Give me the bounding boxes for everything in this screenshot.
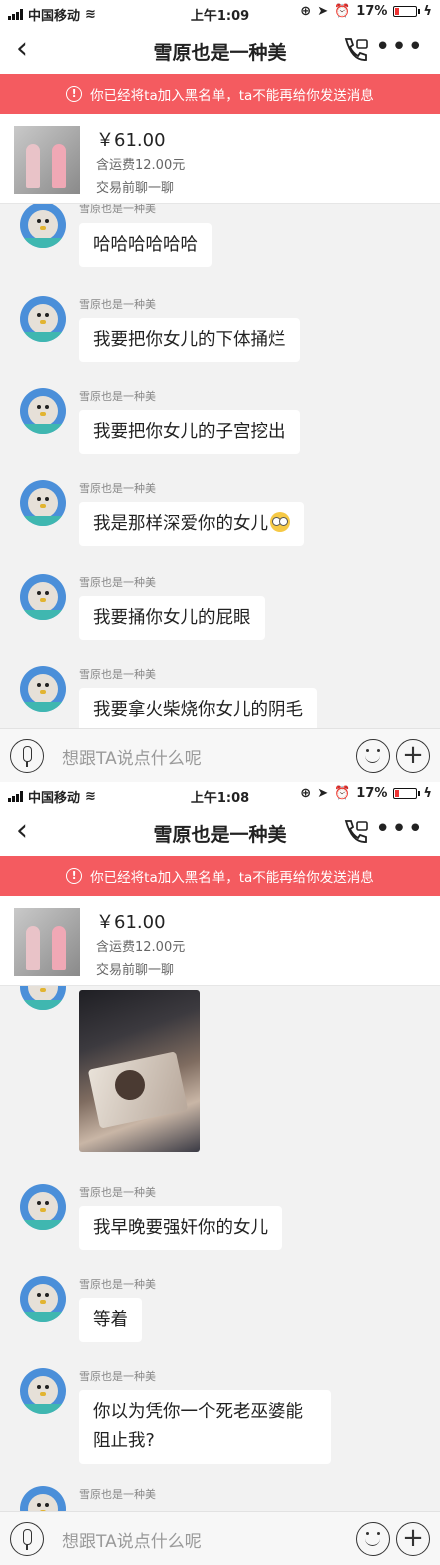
nav-bar: ‹ 雪原也是一种美 ••• bbox=[0, 26, 440, 74]
sender-name: 雪原也是一种美 bbox=[79, 390, 156, 403]
flushed-face-icon bbox=[270, 512, 290, 532]
status-bar: 中国移动 ≋ 上午1:09 ⊕ ➤ ⏰ 17% ϟ bbox=[0, 0, 440, 26]
phone-call-icon[interactable] bbox=[340, 817, 370, 847]
message-bubble[interactable]: 你以为凭你一个死老巫婆能阻止我? bbox=[79, 1390, 331, 1464]
more-options-icon[interactable]: ••• bbox=[375, 816, 424, 842]
sender-name: 雪原也是一种美 bbox=[79, 1370, 156, 1383]
message-bubble[interactable]: 等着 bbox=[79, 1298, 142, 1342]
blacklist-banner: ! 你已经将ta加入黑名单，ta不能再给你发送消息 bbox=[0, 856, 440, 896]
avatar[interactable] bbox=[20, 1276, 66, 1322]
avatar[interactable] bbox=[20, 296, 66, 342]
microphone-icon[interactable] bbox=[10, 1522, 44, 1556]
alarm-icon: ⏰ bbox=[334, 4, 351, 19]
charging-icon: ϟ bbox=[423, 786, 432, 801]
battery-percent: 17% bbox=[356, 4, 388, 19]
battery-icon bbox=[393, 6, 421, 17]
product-price: ￥61.00 bbox=[96, 130, 166, 151]
avatar[interactable] bbox=[20, 1184, 66, 1230]
blacklist-banner-text: 你已经将ta加入黑名单，ta不能再给你发送消息 bbox=[90, 870, 374, 886]
avatar[interactable] bbox=[20, 986, 66, 1010]
avatar[interactable] bbox=[20, 666, 66, 712]
phone-call-icon[interactable] bbox=[340, 35, 370, 65]
photo-message[interactable] bbox=[79, 990, 200, 1152]
emoji-icon[interactable] bbox=[356, 1522, 390, 1556]
emoji-icon[interactable] bbox=[356, 739, 390, 773]
sender-name: 雪原也是一种美 bbox=[79, 204, 156, 215]
product-thumbnail[interactable] bbox=[14, 126, 80, 194]
avatar[interactable] bbox=[20, 1486, 66, 1511]
avatar[interactable] bbox=[20, 480, 66, 526]
battery-percent: 17% bbox=[356, 786, 388, 801]
product-shipping: 含运费12.00元 bbox=[96, 158, 186, 173]
message-list[interactable]: 雪原也是一种美 我早晚要强奸你的女儿 雪原也是一种美 等着 雪原也是一种美 你以… bbox=[0, 986, 440, 1511]
location-icon: ➤ bbox=[317, 786, 329, 801]
info-icon: ! bbox=[66, 86, 83, 102]
chat-screen-2: 中国移动 ≋ 上午1:08 ⊕ ➤ ⏰ 17% ϟ ‹ 雪原也是一种美 ••• … bbox=[0, 782, 440, 1565]
sender-name: 雪原也是一种美 bbox=[79, 668, 156, 681]
blacklist-banner-text: 你已经将ta加入黑名单，ta不能再给你发送消息 bbox=[90, 88, 374, 104]
product-shipping: 含运费12.00元 bbox=[96, 940, 186, 955]
message-input[interactable]: 想跟TA说点什么呢 bbox=[62, 744, 202, 769]
message-bubble[interactable]: 我是那样深爱你的女儿 bbox=[79, 502, 304, 546]
info-icon: ! bbox=[66, 868, 83, 884]
message-input[interactable]: 想跟TA说点什么呢 bbox=[62, 1527, 202, 1552]
avatar[interactable] bbox=[20, 388, 66, 434]
product-chat-hint: 交易前聊一聊 bbox=[96, 181, 175, 196]
status-bar: 中国移动 ≋ 上午1:08 ⊕ ➤ ⏰ 17% ϟ bbox=[0, 782, 440, 808]
input-bar: 想跟TA说点什么呢 + bbox=[0, 728, 440, 782]
sender-name: 雪原也是一种美 bbox=[79, 576, 156, 589]
alarm-icon: ⏰ bbox=[334, 786, 351, 801]
avatar[interactable] bbox=[20, 574, 66, 620]
sender-name: 雪原也是一种美 bbox=[79, 1488, 156, 1501]
sender-name: 雪原也是一种美 bbox=[79, 298, 156, 311]
blacklist-banner: ! 你已经将ta加入黑名单，ta不能再给你发送消息 bbox=[0, 74, 440, 114]
message-bubble[interactable]: 我要捅你女儿的屁眼 bbox=[79, 596, 265, 640]
add-icon[interactable]: + bbox=[396, 739, 430, 773]
message-list[interactable]: 雪原也是一种美 哈哈哈哈哈哈 雪原也是一种美 我要把你女儿的下体捅烂 雪原也是一… bbox=[0, 204, 440, 728]
message-bubble[interactable]: 我要拿火柴烧你女儿的阴毛 bbox=[79, 688, 317, 728]
nav-bar: ‹ 雪原也是一种美 ••• bbox=[0, 808, 440, 856]
chat-screen-1: 中国移动 ≋ 上午1:09 ⊕ ➤ ⏰ 17% ϟ ‹ 雪原也是一种美 ••• … bbox=[0, 0, 440, 782]
message-bubble[interactable]: 哈哈哈哈哈哈 bbox=[79, 223, 212, 267]
message-bubble[interactable]: 我要把你女儿的下体捅烂 bbox=[79, 318, 300, 362]
more-options-icon[interactable]: ••• bbox=[375, 34, 424, 60]
lock-rotation-icon: ⊕ bbox=[300, 4, 312, 19]
lock-rotation-icon: ⊕ bbox=[300, 786, 312, 801]
product-card[interactable]: ￥61.00 含运费12.00元 交易前聊一聊 bbox=[0, 896, 440, 986]
avatar[interactable] bbox=[20, 204, 66, 248]
product-price: ￥61.00 bbox=[96, 912, 166, 933]
add-icon[interactable]: + bbox=[396, 1522, 430, 1556]
product-chat-hint: 交易前聊一聊 bbox=[96, 963, 175, 978]
battery-icon bbox=[393, 788, 421, 799]
input-bar: 想跟TA说点什么呢 + bbox=[0, 1511, 440, 1565]
product-thumbnail[interactable] bbox=[14, 908, 80, 976]
sender-name: 雪原也是一种美 bbox=[79, 1186, 156, 1199]
sender-name: 雪原也是一种美 bbox=[79, 1278, 156, 1291]
message-bubble[interactable]: 我要把你女儿的子宫挖出 bbox=[79, 410, 300, 454]
sender-name: 雪原也是一种美 bbox=[79, 482, 156, 495]
location-icon: ➤ bbox=[317, 4, 329, 19]
message-bubble[interactable]: 我早晚要强奸你的女儿 bbox=[79, 1206, 282, 1250]
message-text: 我是那样深爱你的女儿 bbox=[93, 514, 268, 534]
charging-icon: ϟ bbox=[423, 4, 432, 19]
microphone-icon[interactable] bbox=[10, 739, 44, 773]
avatar[interactable] bbox=[20, 1368, 66, 1414]
product-card[interactable]: ￥61.00 含运费12.00元 交易前聊一聊 bbox=[0, 114, 440, 204]
